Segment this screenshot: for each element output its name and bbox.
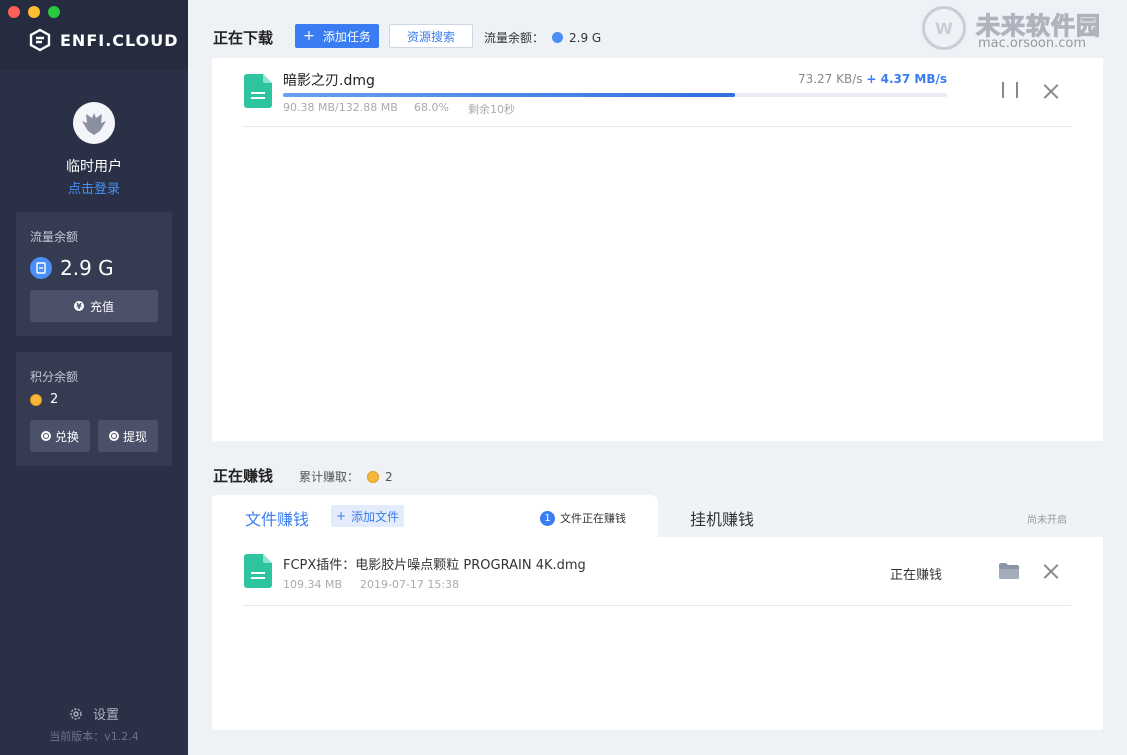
add-task-button[interactable]: + 添加任务	[295, 24, 379, 48]
download-progress-fill	[283, 93, 735, 97]
data-icon	[30, 257, 52, 279]
quota-value: 2.9 G	[569, 30, 602, 45]
enfi-logo-icon	[29, 28, 51, 52]
exchange-button[interactable]: 兑换	[30, 420, 90, 452]
download-percent: 68.0%	[414, 101, 449, 114]
traffic-card-title: 流量余额	[30, 230, 79, 244]
total-earned-label: 累计赚取：	[299, 470, 360, 484]
plus-icon: +	[335, 509, 347, 523]
watermark-logo-icon: W	[922, 6, 966, 50]
window-zoom-button[interactable]	[48, 6, 60, 18]
earning-count-label: 文件正在赚钱	[560, 512, 626, 525]
recharge-button[interactable]: ¥ 充值	[30, 290, 158, 322]
bat-avatar-icon	[82, 113, 106, 135]
file-icon	[244, 74, 272, 108]
points-balance: 2	[30, 392, 58, 407]
earning-title: 正在赚钱	[213, 467, 274, 485]
window-minimize-button[interactable]	[28, 6, 40, 18]
file-icon	[244, 554, 272, 588]
folder-icon[interactable]	[999, 563, 1019, 579]
tab-idle-earning[interactable]: 挂机赚钱	[690, 506, 754, 530]
pause-button[interactable]	[1002, 82, 1018, 100]
download-speed: 73.27 KB/s + 4.37 MB/s	[798, 72, 947, 86]
sidebar-header: ENFI.CLOUD	[0, 0, 188, 70]
points-balance-value: 2	[50, 392, 59, 407]
traffic-card: 流量余额 2.9 G ¥ 充值	[16, 212, 172, 336]
exchange-label: 兑换	[54, 429, 79, 444]
user-name: 临时用户	[66, 159, 122, 175]
watermark: W 未来软件园 mac.orsoon.com	[922, 4, 1122, 54]
add-file-label: 添加文件	[351, 509, 400, 524]
download-size: 90.38 MB/132.88 MB	[283, 101, 398, 114]
version-label: 当前版本：v1.2.4	[49, 730, 139, 743]
earning-file-date: 2019-07-17 15:38	[360, 578, 460, 591]
download-progress-bar	[283, 93, 947, 97]
idle-status: 尚未开启	[1027, 515, 1067, 526]
app-logo: ENFI.CLOUD	[28, 28, 179, 52]
download-row-divider	[243, 126, 1071, 127]
watermark-url: mac.orsoon.com	[978, 36, 1087, 51]
withdraw-label: 提现	[122, 429, 147, 444]
coin-icon	[30, 393, 42, 406]
exchange-icon	[40, 431, 51, 441]
window-close-button[interactable]	[8, 6, 20, 18]
cancel-download-button[interactable]	[1043, 83, 1059, 99]
withdraw-button[interactable]: 提现	[98, 420, 158, 452]
total-earned-value: 2	[385, 469, 393, 484]
tab-file-earning-label: 文件赚钱	[245, 510, 310, 529]
points-card-title: 积分余额	[30, 370, 79, 384]
earning-panel: 文件赚钱 + 添加文件 1 文件正在赚钱 挂机赚钱 尚未开启	[212, 495, 1103, 730]
download-speed-base: 73.27 KB/s	[797, 72, 863, 86]
add-file-button[interactable]: + 添加文件	[331, 505, 404, 527]
data-icon	[552, 32, 564, 43]
resource-search-button[interactable]: 资源搜索	[389, 24, 473, 48]
earning-count: 1 文件正在赚钱	[540, 510, 626, 526]
settings-button[interactable]: 设置	[0, 704, 188, 723]
download-speed-boost: + 4.37 MB/s	[866, 72, 947, 86]
download-list	[212, 58, 1103, 441]
sidebar: ENFI.CLOUD 临时用户 点击登录 流量余额 2.9 G ¥ 充值 积分余…	[0, 0, 188, 755]
quota-label: 流量余额：	[484, 31, 545, 45]
plus-icon: +	[303, 28, 315, 44]
download-remaining: 剩余10秒	[468, 103, 515, 116]
earning-file-name: FCPX插件：电影胶片噪点颗粒 PROGRAIN 4K.dmg	[283, 558, 586, 573]
earning-count-badge: 1	[540, 510, 555, 526]
earning-row-divider	[243, 605, 1071, 606]
avatar[interactable]	[73, 102, 115, 144]
settings-label: 设置	[92, 708, 119, 723]
app-logo-text: ENFI.CLOUD	[60, 30, 179, 50]
coin-icon	[367, 470, 380, 483]
traffic-balance-value: 2.9 G	[60, 256, 114, 280]
pause-bar-left	[1002, 82, 1004, 98]
tab-file-earning[interactable]: 文件赚钱 + 添加文件 1 文件正在赚钱	[212, 495, 658, 537]
withdraw-icon	[108, 431, 119, 441]
downloading-title: 正在下载	[213, 29, 274, 47]
points-card: 积分余额 2 兑换 提现	[16, 352, 172, 466]
total-earned: 累计赚取： 2	[299, 468, 393, 485]
recharge-label: 充值	[89, 299, 114, 314]
earning-tabbar: 文件赚钱 + 添加文件 1 文件正在赚钱 挂机赚钱 尚未开启	[212, 495, 1103, 537]
earning-file-size: 109.34 MB	[283, 578, 343, 591]
earning-status: 正在赚钱	[890, 568, 943, 583]
pause-bar-right	[1016, 82, 1018, 98]
remove-earning-file-button[interactable]	[1043, 563, 1059, 579]
add-task-label: 添加任务	[322, 29, 371, 44]
yen-icon: ¥	[73, 301, 84, 311]
gear-icon	[70, 707, 82, 720]
traffic-balance: 2.9 G	[30, 256, 114, 280]
download-file-name: 暗影之刃.dmg	[283, 73, 375, 89]
login-link[interactable]: 点击登录	[0, 178, 188, 197]
quota-display: 流量余额： 2.9 G	[484, 29, 601, 46]
